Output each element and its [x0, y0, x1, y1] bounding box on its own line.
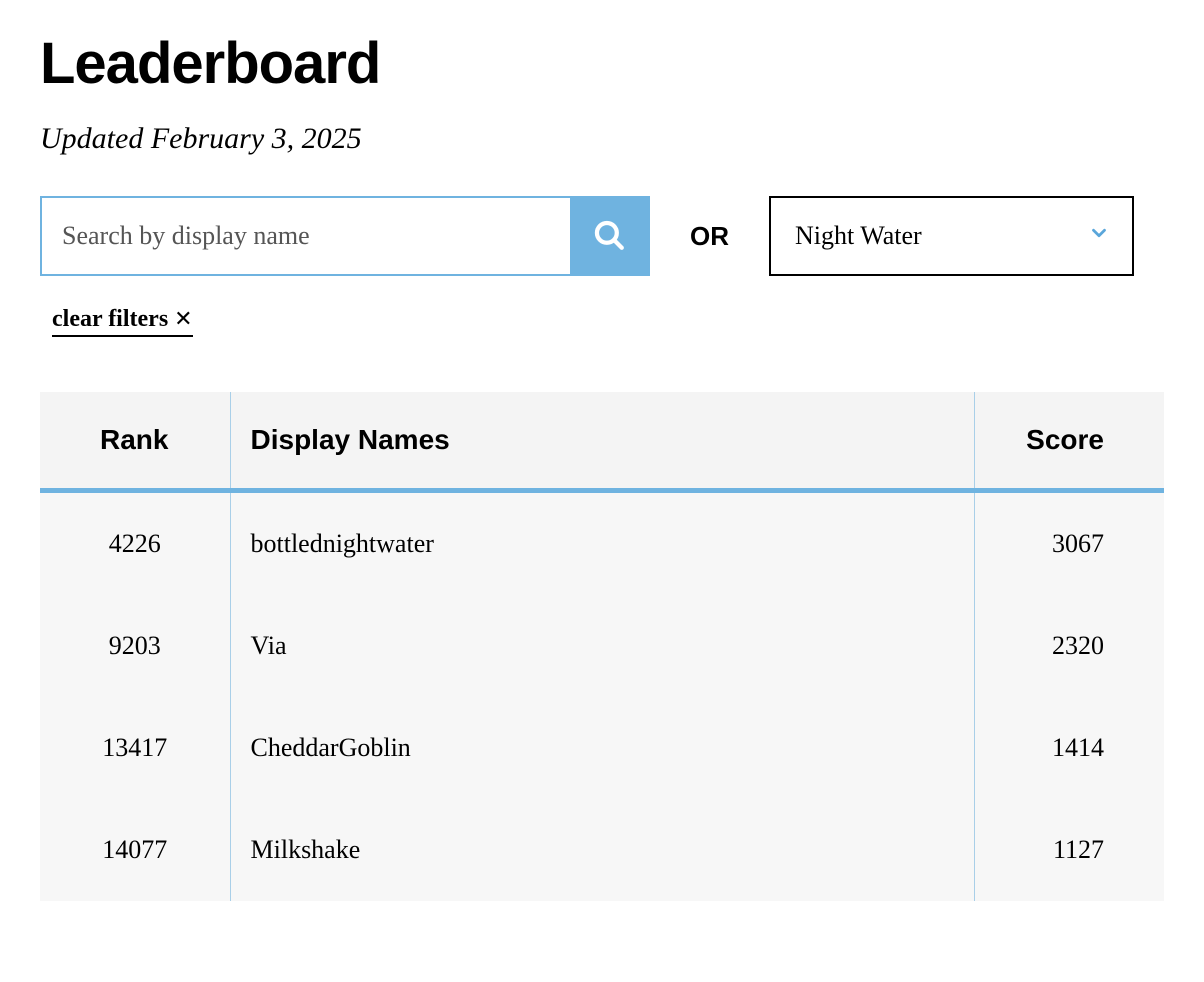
- leaderboard-table: Rank Display Names Score 4226bottlednigh…: [40, 392, 1164, 901]
- cell-score: 1414: [974, 697, 1164, 799]
- filter-select-value: Night Water: [795, 221, 922, 251]
- search-button[interactable]: [570, 198, 648, 274]
- search-input[interactable]: [42, 198, 570, 274]
- cell-score: 2320: [974, 595, 1164, 697]
- cell-rank: 13417: [40, 697, 230, 799]
- cell-name: CheddarGoblin: [230, 697, 974, 799]
- search-icon: [592, 218, 626, 255]
- cell-rank: 4226: [40, 493, 230, 595]
- updated-date: February 3, 2025: [151, 122, 362, 155]
- or-label: OR: [690, 221, 729, 252]
- cell-score: 3067: [974, 493, 1164, 595]
- cell-name: bottlednightwater: [230, 493, 974, 595]
- clear-filters-link[interactable]: clear filters ✕: [52, 306, 193, 337]
- col-header-score: Score: [974, 392, 1164, 491]
- table-row: 13417CheddarGoblin1414: [40, 697, 1164, 799]
- page-title: Leaderboard: [40, 30, 1164, 97]
- updated-prefix: Updated: [40, 122, 151, 155]
- chevron-down-icon: [1088, 221, 1110, 251]
- table-header-row: Rank Display Names Score: [40, 392, 1164, 491]
- table-row: 9203Via2320: [40, 595, 1164, 697]
- col-header-rank: Rank: [40, 392, 230, 491]
- cell-rank: 9203: [40, 595, 230, 697]
- cell-name: Milkshake: [230, 799, 974, 901]
- filter-select[interactable]: Night Water: [769, 196, 1134, 276]
- cell-name: Via: [230, 595, 974, 697]
- controls-row: OR Night Water: [40, 196, 1164, 276]
- table-row: 14077Milkshake1127: [40, 799, 1164, 901]
- updated-line: Updated February 3, 2025: [40, 122, 1164, 156]
- search-container: [40, 196, 650, 276]
- clear-filters-label: clear filters: [52, 306, 168, 332]
- close-icon: ✕: [174, 306, 192, 331]
- cell-score: 1127: [974, 799, 1164, 901]
- table-row: 4226bottlednightwater3067: [40, 493, 1164, 595]
- col-header-name: Display Names: [230, 392, 974, 491]
- cell-rank: 14077: [40, 799, 230, 901]
